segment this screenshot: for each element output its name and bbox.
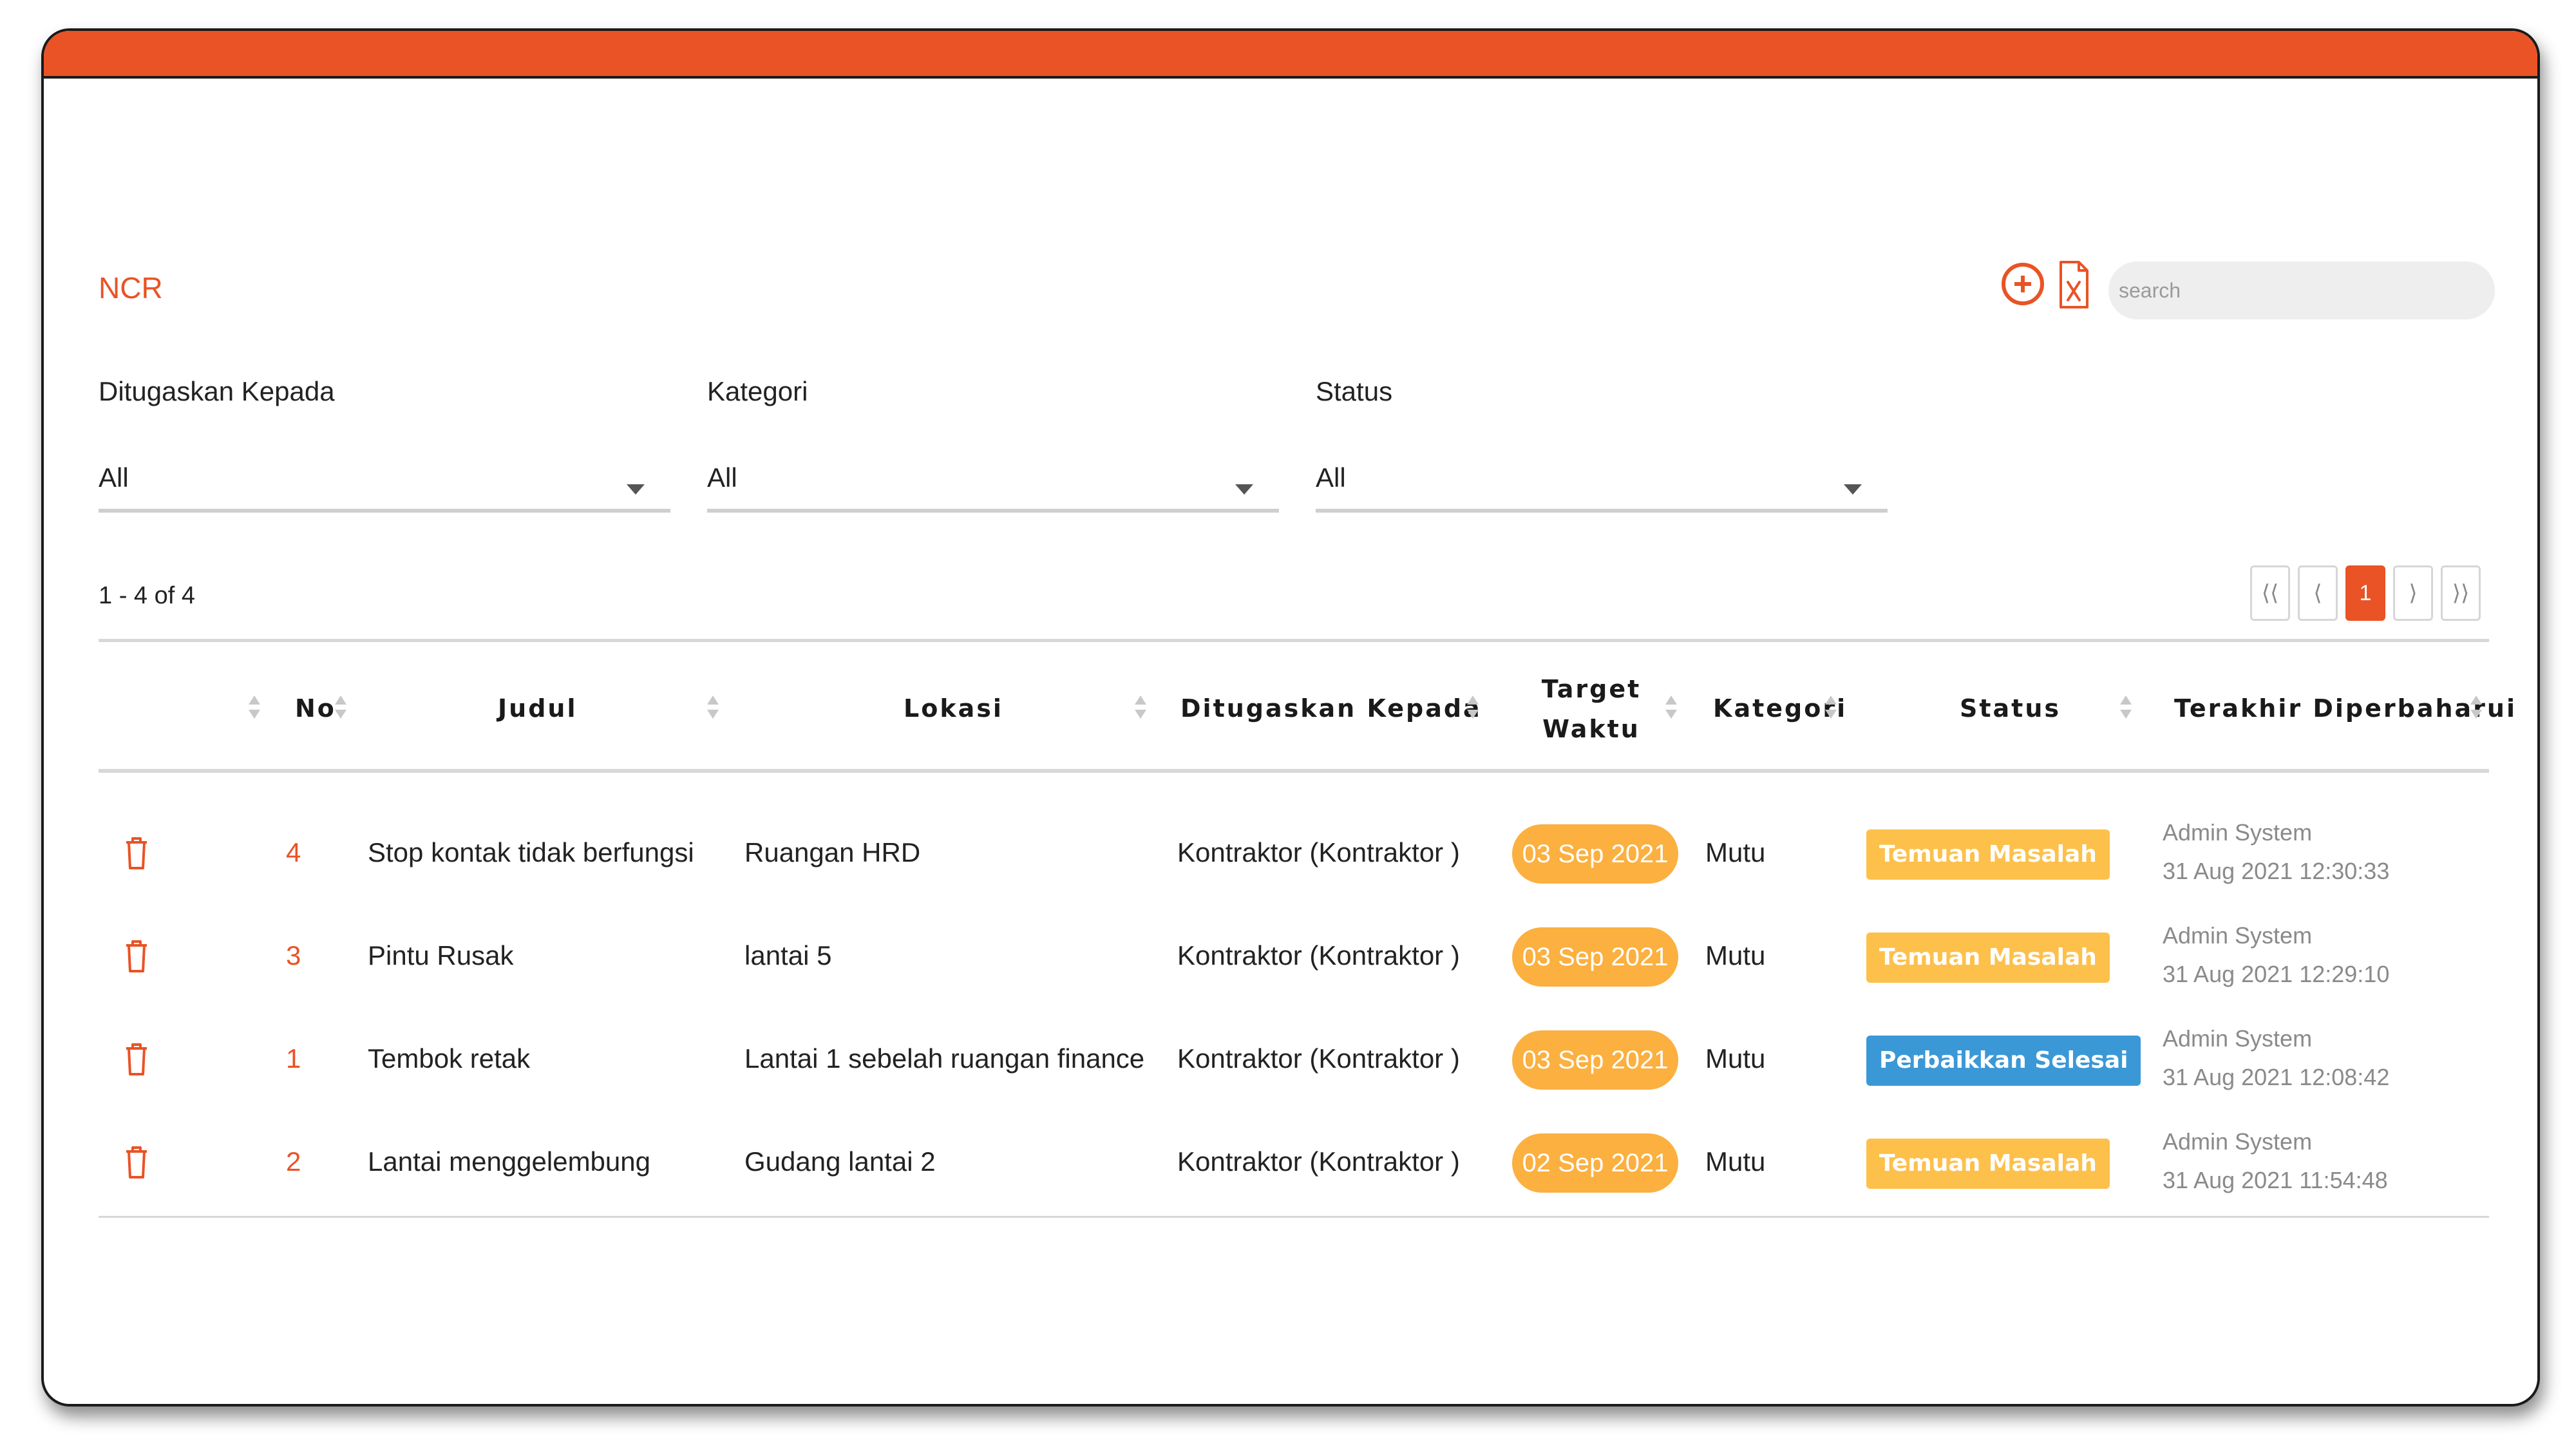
filter-value: All: [99, 462, 129, 493]
page-title: NCR: [99, 271, 163, 305]
table-bottom-divider: [99, 1216, 2489, 1218]
filter-select-status[interactable]: All: [1316, 448, 1888, 513]
top-bar: [44, 31, 2537, 79]
status-badge: Temuan Masalah: [1866, 829, 2110, 880]
cell-judul[interactable]: Stop kontak tidak berfungsi: [368, 837, 694, 868]
updated-by: Admin System: [2163, 1128, 2313, 1155]
cell-lokasi: lantai 5: [744, 940, 832, 971]
cell-lokasi: Ruangan HRD: [744, 837, 921, 867]
sort-icon[interactable]: [335, 694, 346, 724]
updated-at: 31 Aug 2021 12:30:33: [2163, 858, 2390, 884]
target-date-pill: 03 Sep 2021: [1512, 927, 1678, 987]
filter-select-kategori[interactable]: All: [707, 448, 1279, 513]
status-badge: Perbaikkan Selesai: [1866, 1036, 2141, 1086]
filter-value: All: [1316, 462, 1346, 493]
caret-down-icon: [1844, 484, 1862, 495]
filter-label-kategori: Kategori: [707, 376, 808, 406]
add-icon[interactable]: [2002, 263, 2044, 305]
cell-kategori: Mutu: [1705, 1043, 1766, 1074]
filter-label-status: Status: [1316, 376, 1393, 406]
updated-at: 31 Aug 2021 12:08:42: [2163, 1064, 2390, 1090]
cell-ditugaskan: Kontraktor (Kontraktor ): [1177, 1043, 1460, 1074]
cell-kategori: Mutu: [1705, 837, 1766, 867]
filter-label-ditugaskan: Ditugaskan Kepada: [99, 376, 335, 406]
cell-lokasi: Lantai 1 sebelah ruangan finance: [744, 1043, 1145, 1074]
col-header-judul[interactable]: Judul: [498, 694, 577, 723]
trash-icon[interactable]: [124, 1042, 149, 1077]
sort-icon[interactable]: [1665, 694, 1677, 724]
cell-no: 2: [286, 1146, 301, 1177]
divider: [99, 639, 2489, 642]
cell-no: 1: [286, 1043, 301, 1074]
updated-at: 31 Aug 2021 11:54:48: [2163, 1167, 2388, 1193]
cell-judul[interactable]: Lantai menggelembung: [368, 1146, 650, 1177]
col-header-ditugaskan[interactable]: Ditugaskan Kepada: [1180, 694, 1482, 723]
caret-down-icon: [627, 484, 645, 495]
target-date-pill: 03 Sep 2021: [1512, 824, 1678, 884]
status-badge: Temuan Masalah: [1866, 1139, 2110, 1189]
table-row: 2 Lantai menggelembung Gudang lantai 2 K…: [44, 1112, 2537, 1215]
search-input[interactable]: [2108, 261, 2495, 319]
next-page-button[interactable]: ⟩: [2393, 565, 2433, 621]
cell-judul[interactable]: Pintu Rusak: [368, 940, 513, 971]
app-window: NCR Ditugaskan Kepada All Kategori All S…: [41, 28, 2540, 1406]
table-row: 3 Pintu Rusak lantai 5 Kontraktor (Kontr…: [44, 905, 2537, 1009]
sort-icon[interactable]: [1467, 694, 1479, 724]
cell-ditugaskan: Kontraktor (Kontraktor ): [1177, 940, 1460, 971]
excel-icon[interactable]: [2058, 260, 2089, 309]
last-page-button[interactable]: ⟩⟩: [2441, 565, 2481, 621]
trash-icon[interactable]: [124, 836, 149, 871]
caret-down-icon: [1235, 484, 1253, 495]
sort-icon[interactable]: [707, 694, 719, 724]
cell-no: 3: [286, 940, 301, 971]
cell-ditugaskan: Kontraktor (Kontraktor ): [1177, 837, 1460, 867]
trash-icon[interactable]: [124, 1145, 149, 1180]
target-date-pill: 02 Sep 2021: [1512, 1133, 1678, 1193]
col-header-lokasi[interactable]: Lokasi: [904, 694, 1003, 723]
cell-kategori: Mutu: [1705, 1146, 1766, 1177]
sort-icon[interactable]: [2470, 694, 2482, 724]
cell-judul[interactable]: Tembok retak: [368, 1043, 530, 1074]
col-header-target-line2[interactable]: Waktu: [1507, 715, 1676, 743]
updated-by: Admin System: [2163, 1025, 2313, 1052]
updated-at: 31 Aug 2021 12:29:10: [2163, 961, 2390, 987]
header-divider: [99, 769, 2489, 773]
sort-icon[interactable]: [1135, 694, 1146, 724]
updated-by: Admin System: [2163, 819, 2313, 846]
table-row: 1 Tembok retak Lantai 1 sebelah ruangan …: [44, 1009, 2537, 1112]
sort-icon[interactable]: [2120, 694, 2132, 724]
filter-value: All: [707, 462, 737, 493]
record-range: 1 - 4 of 4: [99, 582, 195, 609]
first-page-button[interactable]: ⟨⟨: [2250, 565, 2290, 621]
cell-ditugaskan: Kontraktor (Kontraktor ): [1177, 1146, 1460, 1177]
updated-by: Admin System: [2163, 922, 2313, 949]
cell-kategori: Mutu: [1705, 940, 1766, 971]
col-header-target-line1[interactable]: Target: [1507, 675, 1676, 703]
col-header-no[interactable]: No: [295, 694, 336, 723]
col-header-status[interactable]: Status: [1960, 694, 2061, 723]
filter-select-ditugaskan[interactable]: All: [99, 448, 670, 513]
col-header-terakhir[interactable]: Terakhir Diperbaharui: [2174, 694, 2517, 723]
cell-lokasi: Gudang lantai 2: [744, 1146, 936, 1177]
table-row: 4 Stop kontak tidak berfungsi Ruangan HR…: [44, 802, 2537, 905]
sort-icon[interactable]: [249, 694, 260, 724]
status-badge: Temuan Masalah: [1866, 933, 2110, 983]
page-1-button[interactable]: 1: [2345, 565, 2385, 621]
prev-page-button[interactable]: ⟨: [2298, 565, 2338, 621]
cell-no: 4: [286, 837, 301, 867]
sort-icon[interactable]: [1825, 694, 1837, 724]
trash-icon[interactable]: [124, 939, 149, 974]
target-date-pill: 03 Sep 2021: [1512, 1030, 1678, 1090]
